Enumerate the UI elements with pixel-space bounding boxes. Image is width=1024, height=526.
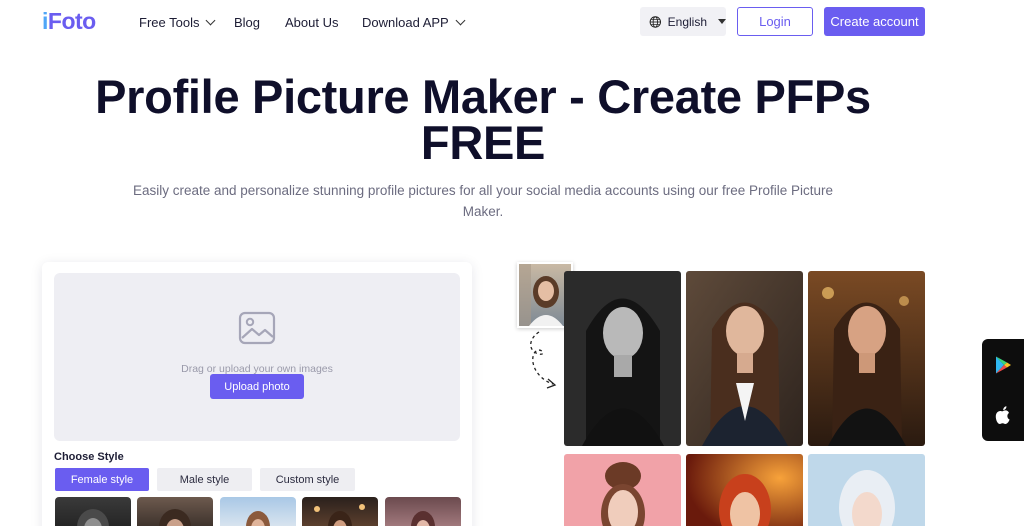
- generated-portrait: [808, 454, 925, 526]
- chevron-down-icon: [455, 15, 466, 26]
- transform-arrow-icon: [530, 331, 557, 389]
- google-play-icon[interactable]: [993, 355, 1013, 375]
- choose-style-label: Choose Style: [54, 451, 124, 463]
- style-thumbnail[interactable]: [137, 497, 213, 526]
- language-label: English: [667, 14, 707, 29]
- language-selector[interactable]: English: [640, 7, 726, 36]
- style-thumbnail[interactable]: [55, 497, 131, 526]
- image-placeholder-icon: [238, 311, 276, 345]
- globe-icon: [649, 15, 662, 28]
- page-subtitle: Easily create and personalize stunning p…: [132, 183, 834, 219]
- page-title: Profile Picture Maker - Create PFPs FREE: [95, 70, 871, 169]
- style-thumbnail[interactable]: [385, 497, 461, 526]
- nav-about-us[interactable]: About Us: [285, 15, 338, 30]
- generated-portrait: [564, 271, 681, 446]
- nav-free-tools[interactable]: Free Tools: [139, 15, 216, 30]
- tab-male-style[interactable]: Male style: [157, 468, 252, 491]
- nav-blog[interactable]: Blog: [234, 15, 260, 30]
- login-button[interactable]: Login: [737, 7, 813, 36]
- nav-download-app[interactable]: Download APP: [362, 15, 466, 30]
- generated-portrait: [686, 454, 803, 526]
- upload-photo-button[interactable]: Upload photo: [210, 374, 304, 399]
- style-thumbnail[interactable]: [302, 497, 378, 526]
- ifoto-logo[interactable]: iFoto: [42, 8, 96, 35]
- top-navbar: iFoto Free Tools Blog About Us Download …: [0, 0, 1024, 44]
- apple-icon[interactable]: [993, 405, 1013, 425]
- upload-card: Drag or upload your own images Upload ph…: [42, 262, 472, 526]
- caret-down-icon: [718, 19, 726, 24]
- upload-dropzone[interactable]: Drag or upload your own images Upload ph…: [54, 273, 460, 441]
- app-download-sidebar: [982, 339, 1024, 441]
- create-account-button[interactable]: Create account: [824, 7, 925, 36]
- generated-portrait: [686, 271, 803, 446]
- chevron-down-icon: [206, 15, 216, 26]
- tab-custom-style[interactable]: Custom style: [260, 468, 355, 491]
- generated-portrait: [808, 271, 925, 446]
- style-thumbnail[interactable]: [220, 497, 296, 526]
- generated-portrait: [564, 454, 681, 526]
- tab-female-style[interactable]: Female style: [55, 468, 149, 491]
